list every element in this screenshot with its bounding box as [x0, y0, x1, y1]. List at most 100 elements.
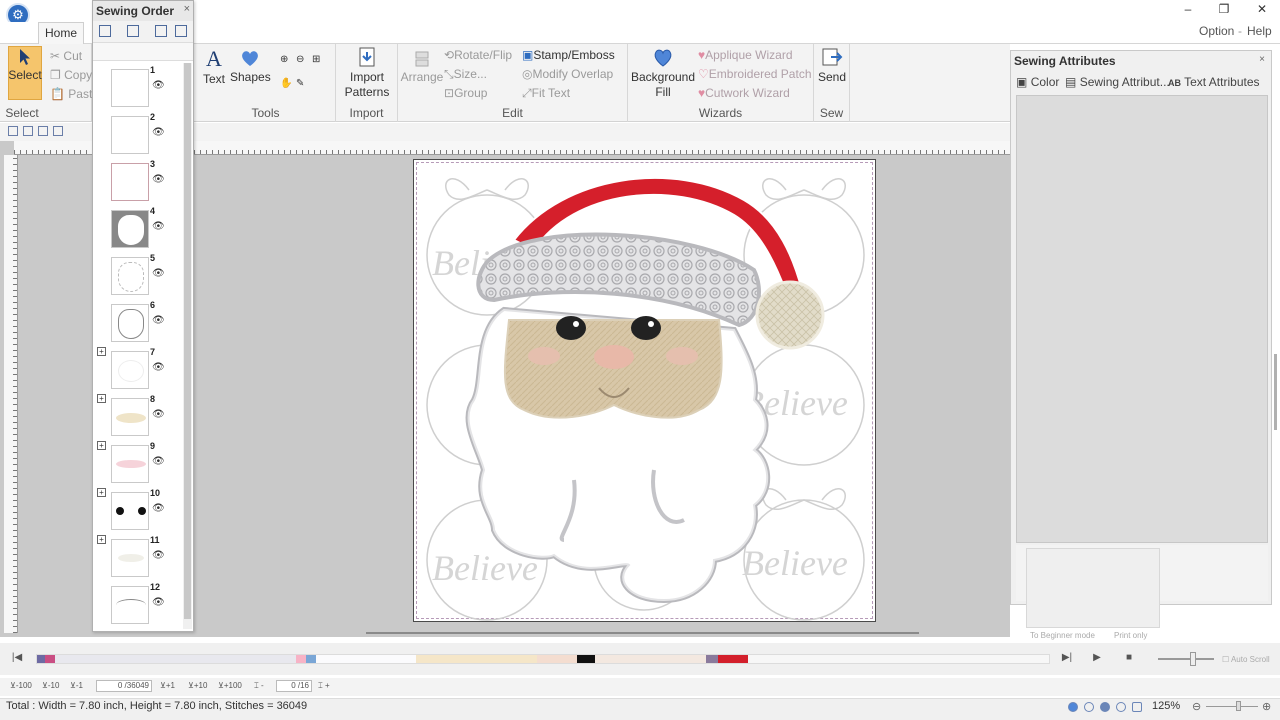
view-stitch-icon[interactable]	[1100, 702, 1110, 712]
zoom-in-icon[interactable]: ⊕	[280, 54, 288, 65]
pattern-thumbnail[interactable]	[111, 257, 149, 295]
pattern-thumbnail[interactable]	[111, 69, 149, 107]
timeline-color-segment[interactable]	[296, 655, 307, 663]
timeline-color-segment[interactable]	[45, 655, 56, 663]
sewing-order-item[interactable]: 4 👁	[93, 206, 183, 253]
sewing-order-item[interactable]: +7 👁	[93, 347, 183, 394]
expand-toggle-icon[interactable]: +	[97, 347, 106, 356]
copy-button[interactable]: ❐ Copy	[50, 68, 92, 82]
speed-slider-track[interactable]	[1158, 658, 1214, 660]
sewing-order-item[interactable]: +8 👁	[93, 394, 183, 441]
auto-scroll-checkbox[interactable]: ☐ Auto Scroll	[1222, 655, 1270, 664]
preview-icon[interactable]	[53, 126, 63, 136]
sewing-order-item[interactable]: +11 👁	[93, 535, 183, 582]
forward-100-button[interactable]: ⊻+100	[218, 681, 242, 690]
close-button[interactable]: ✕	[1244, 0, 1280, 20]
arrange-button[interactable]: Arrange	[400, 50, 444, 85]
expand-toggle-icon[interactable]: +	[97, 488, 106, 497]
horizontal-scrollbar[interactable]	[366, 632, 919, 634]
forward-1-button[interactable]: ⊻+1	[160, 681, 175, 690]
measure-icon[interactable]: ✎	[296, 78, 304, 89]
back-1-button[interactable]: ⊻-1	[70, 681, 83, 690]
timeline-color-segment[interactable]	[37, 655, 46, 663]
sewing-order-item[interactable]: 12 👁	[93, 582, 183, 629]
color-forward-button[interactable]: ⌶ +	[318, 681, 330, 691]
timeline-color-segment[interactable]	[536, 655, 578, 663]
group-button[interactable]: ⊡Group	[444, 86, 487, 100]
sort-icon[interactable]	[99, 25, 111, 37]
back-10-button[interactable]: ⊻-10	[42, 681, 59, 690]
last-stitch-button[interactable]: ▶|	[1060, 652, 1074, 664]
size-button[interactable]: ⤡Size...	[444, 67, 487, 82]
beginner-mode-button[interactable]: To Beginner mode	[1030, 631, 1095, 640]
sewing-order-scroll-thumb[interactable]	[184, 63, 191, 619]
eye-icon[interactable]: 👁	[152, 409, 165, 420]
sewing-order-item[interactable]: +9 👁	[93, 441, 183, 488]
restore-button[interactable]: ❐	[1206, 0, 1242, 20]
eye-icon[interactable]: 👁	[152, 362, 165, 373]
print-only-button[interactable]: Print only	[1114, 631, 1147, 640]
timeline-color-segment[interactable]	[705, 655, 718, 663]
stitch-position-field[interactable]: 0 /36049	[96, 680, 152, 692]
pattern-thumbnail[interactable]	[111, 304, 149, 342]
help-menu[interactable]: Help	[1247, 24, 1272, 38]
pattern-thumbnail[interactable]	[111, 210, 149, 248]
view-realistic-icon[interactable]	[1084, 702, 1094, 712]
pattern-thumbnail[interactable]	[111, 586, 149, 624]
shapes-button[interactable]: Shapes	[230, 48, 271, 85]
applique-wizard-button[interactable]: ♥Applique Wizard	[698, 48, 793, 62]
new-file-icon[interactable]	[8, 126, 18, 136]
zoom-out-button[interactable]: ⊖	[1192, 700, 1201, 713]
santa-design[interactable]: Believe Believe Believe Believe	[414, 160, 875, 621]
sewing-order-item[interactable]: 1 👁	[93, 65, 183, 112]
sewing-order-item[interactable]: 3 👁	[93, 159, 183, 206]
tab-sewing-attributes[interactable]: ▤ Sewing Attribut...	[1065, 75, 1170, 89]
option-menu[interactable]: Option	[1199, 24, 1234, 38]
eye-icon[interactable]: 👁	[152, 456, 165, 467]
eye-icon[interactable]: 👁	[152, 315, 165, 326]
first-stitch-button[interactable]: |◀	[10, 652, 24, 664]
timeline-color-segment[interactable]	[747, 655, 1049, 663]
timeline-color-segment[interactable]	[55, 655, 296, 663]
timeline-color-segment[interactable]	[595, 655, 706, 663]
pattern-thumbnail[interactable]	[111, 398, 149, 436]
expand-toggle-icon[interactable]: +	[97, 394, 106, 403]
sewing-order-item[interactable]: 2 👁	[93, 112, 183, 159]
pan-hand-icon[interactable]: ✋	[280, 78, 292, 89]
color-timeline[interactable]	[36, 654, 1050, 664]
pattern-thumbnail[interactable]	[111, 116, 149, 154]
color-icon[interactable]	[155, 25, 167, 37]
embroidered-patch-button[interactable]: ♡Embroidered Patch	[698, 67, 812, 81]
vertical-scroll-thumb[interactable]	[1274, 354, 1277, 430]
zoom-fit-icon[interactable]: ⊞	[312, 54, 320, 65]
background-fill-button[interactable]: Background Fill	[630, 46, 696, 100]
expand-toggle-icon[interactable]: +	[97, 535, 106, 544]
eye-icon[interactable]: 👁	[152, 174, 165, 185]
tab-home[interactable]: Home	[38, 22, 84, 44]
expand-icon[interactable]	[175, 25, 187, 37]
zoom-slider-track[interactable]	[1206, 706, 1258, 707]
view-hoop-icon[interactable]	[1132, 702, 1142, 712]
back-100-button[interactable]: ⊻-100	[10, 681, 32, 690]
pattern-thumbnail[interactable]	[111, 445, 149, 483]
import-patterns-button[interactable]: Import Patterns	[340, 46, 394, 100]
sewing-order-close-icon[interactable]: ×	[184, 3, 190, 15]
eye-icon[interactable]: 👁	[152, 221, 165, 232]
eye-icon[interactable]: 👁	[152, 503, 165, 514]
pattern-thumbnail[interactable]	[111, 539, 149, 577]
tab-text-attributes[interactable]: AB Text Attributes	[1168, 75, 1260, 89]
minimize-button[interactable]: –	[1170, 0, 1206, 20]
pattern-thumbnail[interactable]	[111, 351, 149, 389]
timeline-color-segment[interactable]	[316, 655, 417, 663]
sewing-order-item[interactable]: +10 👁	[93, 488, 183, 535]
eye-icon[interactable]: 👁	[152, 80, 165, 91]
zoom-slider-thumb[interactable]	[1236, 701, 1241, 711]
fit-text-button[interactable]: ⤢Fit Text	[522, 86, 570, 101]
eye-icon[interactable]: 👁	[152, 597, 165, 608]
forward-10-button[interactable]: ⊻+10	[188, 681, 207, 690]
combine-icon[interactable]	[127, 25, 139, 37]
cut-button[interactable]: ✂ Cut	[50, 49, 82, 63]
timeline-color-segment[interactable]	[717, 655, 748, 663]
view-grid-icon[interactable]	[1116, 702, 1126, 712]
expand-toggle-icon[interactable]: +	[97, 441, 106, 450]
